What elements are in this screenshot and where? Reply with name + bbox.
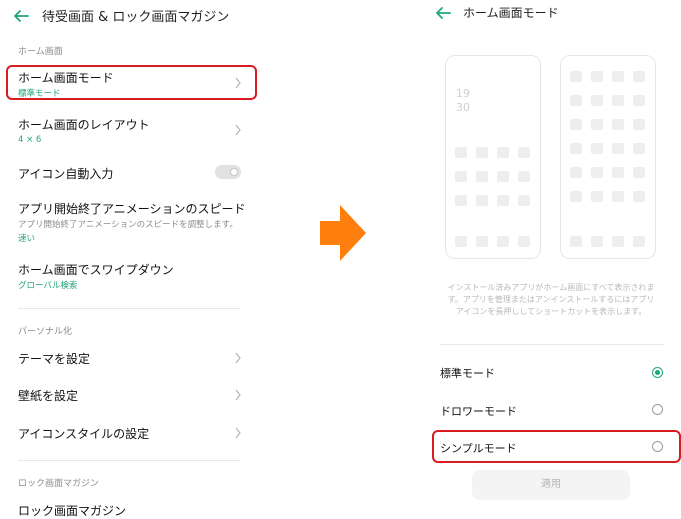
right-arrow-icon: [320, 205, 366, 261]
icon-grid: [455, 147, 533, 206]
radio-drawer-mode[interactable]: [652, 404, 663, 415]
dock: [570, 236, 648, 247]
option-drawer-mode-label: ドロワーモード: [440, 405, 517, 418]
home-screen-layout-label: ホーム画面のレイアウト: [18, 118, 150, 132]
highlight-box-home-mode: [6, 65, 257, 100]
lock-magazine-label[interactable]: ロック画面マガジン: [18, 502, 126, 519]
home-screen-layout-value: 4 × 6: [18, 135, 42, 145]
divider: [18, 460, 241, 461]
section-header-personal: パーソナル化: [18, 327, 73, 337]
theme-row[interactable]: [6, 342, 256, 372]
auto-icon-toggle[interactable]: [215, 165, 241, 179]
clock-hour: 19: [456, 87, 470, 100]
icon-grid: [570, 71, 648, 202]
back-arrow-icon[interactable]: [434, 5, 452, 21]
animation-speed-row[interactable]: [6, 196, 256, 244]
swipe-down-row[interactable]: [6, 256, 256, 292]
back-arrow-icon[interactable]: [12, 8, 30, 24]
divider: [440, 344, 664, 345]
right-page-title: ホーム画面モード: [463, 6, 559, 20]
apply-button[interactable]: 適用: [472, 470, 630, 500]
icon-style-row[interactable]: [6, 417, 256, 447]
radio-standard-mode[interactable]: [652, 367, 663, 378]
phone-preview-drawer: [560, 55, 656, 259]
dock: [455, 236, 533, 247]
section-header-home: ホーム画面: [18, 47, 63, 57]
highlight-box-simple-mode: [432, 430, 681, 463]
mode-description: インストール済みアプリがホーム画面にすべて表示されま す。アプリを管理またはアン…: [447, 283, 655, 316]
option-standard-mode-label: 標準モード: [440, 367, 495, 380]
wallpaper-row[interactable]: [6, 379, 256, 409]
section-header-lock: ロック画面マガジン: [18, 479, 100, 489]
page-title: 待受画面 & ロック画面マガジン: [42, 10, 230, 25]
chevron-right-icon: [235, 124, 241, 136]
divider: [18, 308, 241, 309]
phone-preview-standard: 19 30: [445, 55, 541, 259]
clock-minute: 30: [456, 101, 470, 114]
auto-icon-label: アイコン自動入力: [18, 167, 114, 181]
